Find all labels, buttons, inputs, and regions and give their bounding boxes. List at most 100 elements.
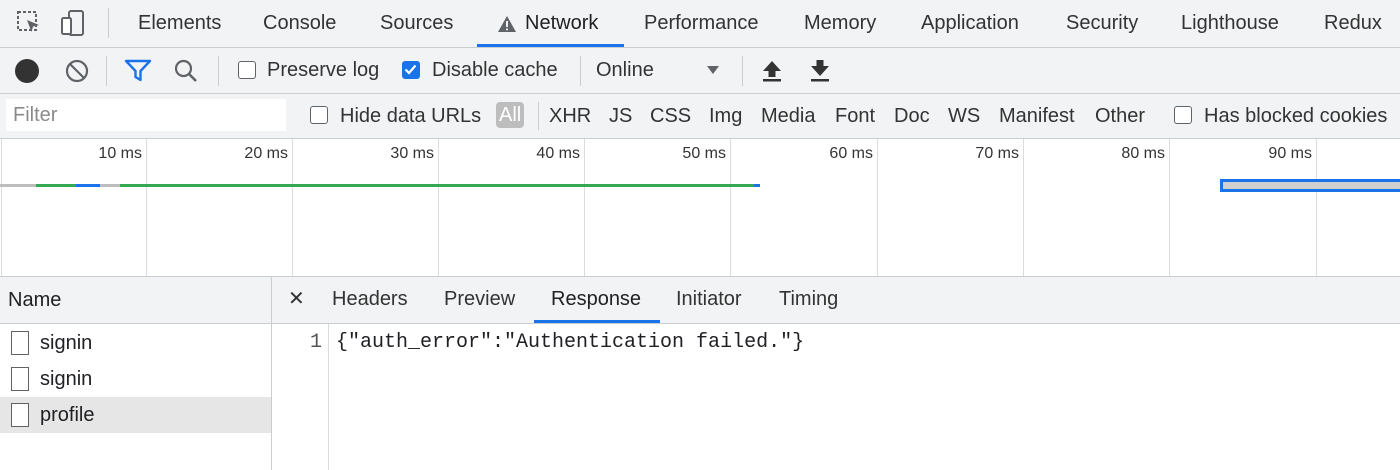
- network-toolbar: Preserve log Disable cache Online: [0, 48, 1400, 94]
- has-blocked-cookies-label[interactable]: Has blocked cookies: [1204, 104, 1387, 128]
- preserve-log-label[interactable]: Preserve log: [267, 58, 379, 82]
- record-button[interactable]: [15, 59, 39, 83]
- timeline-tick-label: 40 ms: [536, 145, 580, 162]
- active-tab-indicator: [477, 44, 624, 47]
- timeline-tick-label: 80 ms: [1121, 145, 1165, 162]
- tab-lighthouse[interactable]: Lighthouse: [1181, 0, 1279, 47]
- waterfall-bar-wait: [36, 184, 76, 187]
- search-button[interactable]: [173, 58, 199, 89]
- import-har-button[interactable]: [760, 58, 784, 89]
- disable-cache-checkbox[interactable]: [402, 61, 420, 79]
- timeline-tick-label: 70 ms: [975, 145, 1019, 162]
- filter-type-ws[interactable]: WS: [948, 104, 980, 128]
- timeline-gridline: [1316, 139, 1317, 276]
- name-column-header-label: Name: [8, 289, 62, 311]
- timeline-tick-label: 90 ms: [1268, 145, 1312, 162]
- close-details-button[interactable]: ✕: [288, 277, 305, 323]
- tab-redux[interactable]: Redux: [1324, 0, 1382, 47]
- waterfall-bar-queue: [0, 184, 36, 187]
- tab-initiator[interactable]: Initiator: [676, 277, 742, 323]
- tab-timing[interactable]: Timing: [779, 277, 838, 323]
- network-overview[interactable]: 10 ms 20 ms 30 ms 40 ms 50 ms 60 ms 70 m…: [0, 139, 1400, 277]
- export-har-button[interactable]: [808, 58, 832, 89]
- timeline-tick-label: 20 ms: [244, 145, 288, 162]
- tab-console[interactable]: Console: [263, 0, 336, 47]
- tab-security[interactable]: Security: [1066, 0, 1138, 47]
- tab-response[interactable]: Response: [551, 277, 641, 323]
- warning-icon: [497, 15, 517, 33]
- chevron-down-icon: [707, 66, 719, 74]
- filter-type-img[interactable]: Img: [709, 104, 742, 128]
- tab-elements[interactable]: Elements: [138, 0, 221, 47]
- tab-network-label: Network: [525, 12, 599, 34]
- timeline-gridline: [292, 139, 293, 276]
- filter-icon: [124, 59, 152, 82]
- line-number-gutter: 1: [272, 324, 329, 470]
- preserve-log-checkbox[interactable]: [238, 61, 256, 79]
- clear-icon: [65, 59, 89, 83]
- filter-type-css[interactable]: CSS: [650, 104, 691, 128]
- throttling-value: Online: [596, 59, 654, 81]
- waterfall-bar-download: [754, 184, 760, 187]
- filter-type-other[interactable]: Other: [1095, 104, 1145, 128]
- timeline-gridline: [730, 139, 731, 276]
- devtools-tab-bar: Elements Console Sources Network Perform…: [0, 0, 1400, 48]
- timeline-gridline: [146, 139, 147, 276]
- document-icon: [11, 367, 29, 391]
- hide-data-urls-checkbox[interactable]: [310, 106, 328, 124]
- request-name: signin: [40, 332, 93, 354]
- toolbar-divider: [106, 56, 107, 86]
- request-name: profile: [40, 404, 95, 426]
- device-toolbar-icon[interactable]: [58, 8, 88, 38]
- tab-preview[interactable]: Preview: [444, 277, 515, 323]
- request-name: signin: [40, 368, 93, 390]
- tab-network[interactable]: Network: [497, 0, 598, 47]
- timeline-tick-label: 30 ms: [390, 145, 434, 162]
- request-row[interactable]: signin: [0, 325, 271, 361]
- waterfall-bar-wait: [120, 184, 754, 187]
- filter-type-doc[interactable]: Doc: [894, 104, 930, 128]
- tab-headers[interactable]: Headers: [332, 277, 408, 323]
- filter-type-media[interactable]: Media: [761, 104, 815, 128]
- hide-data-urls-label[interactable]: Hide data URLs: [340, 104, 481, 128]
- request-row-selected[interactable]: profile: [0, 397, 271, 433]
- request-details-pane: ✕ Headers Preview Response Initiator Tim…: [272, 277, 1400, 470]
- filter-type-manifest[interactable]: Manifest: [999, 104, 1075, 128]
- filter-type-all[interactable]: All: [496, 102, 525, 128]
- filter-input[interactable]: [6, 99, 286, 131]
- filter-type-js[interactable]: JS: [609, 104, 632, 128]
- timeline-tick-label: 10 ms: [98, 145, 142, 162]
- has-blocked-cookies-checkbox[interactable]: [1174, 106, 1192, 124]
- timeline-tick-label: 50 ms: [682, 145, 726, 162]
- active-tab-indicator: [534, 320, 660, 323]
- details-tab-bar: ✕ Headers Preview Response Initiator Tim…: [272, 277, 1400, 324]
- timeline-gridline: [584, 139, 585, 276]
- name-column-header[interactable]: Name: [0, 277, 271, 324]
- toolbar-divider: [108, 8, 109, 38]
- clear-button[interactable]: [64, 58, 90, 89]
- overview-selection-window[interactable]: [1220, 179, 1400, 192]
- upload-icon: [763, 61, 781, 82]
- inspect-element-icon[interactable]: [14, 8, 44, 38]
- throttling-select[interactable]: Online: [596, 58, 726, 82]
- response-body[interactable]: {"auth_error":"Authentication failed."}: [336, 331, 804, 354]
- line-number: 1: [309, 331, 322, 354]
- toolbar-divider: [580, 56, 581, 86]
- tab-application[interactable]: Application: [921, 0, 1019, 47]
- filter-type-xhr[interactable]: XHR: [549, 104, 591, 128]
- timeline-gridline: [877, 139, 878, 276]
- document-icon: [11, 403, 29, 427]
- toolbar-divider: [538, 102, 539, 130]
- request-list: Name signin signin profile: [0, 277, 272, 470]
- request-row[interactable]: signin: [0, 361, 271, 397]
- tab-performance[interactable]: Performance: [644, 0, 759, 47]
- filter-type-font[interactable]: Font: [835, 104, 875, 128]
- filter-toggle-button[interactable]: [124, 58, 152, 89]
- disable-cache-label[interactable]: Disable cache: [432, 58, 558, 82]
- checkmark-icon: [404, 64, 417, 75]
- timeline-gridline: [1023, 139, 1024, 276]
- toolbar-divider: [218, 56, 219, 86]
- tab-sources[interactable]: Sources: [380, 0, 453, 47]
- toolbar-divider: [742, 56, 743, 86]
- tab-memory[interactable]: Memory: [804, 0, 876, 47]
